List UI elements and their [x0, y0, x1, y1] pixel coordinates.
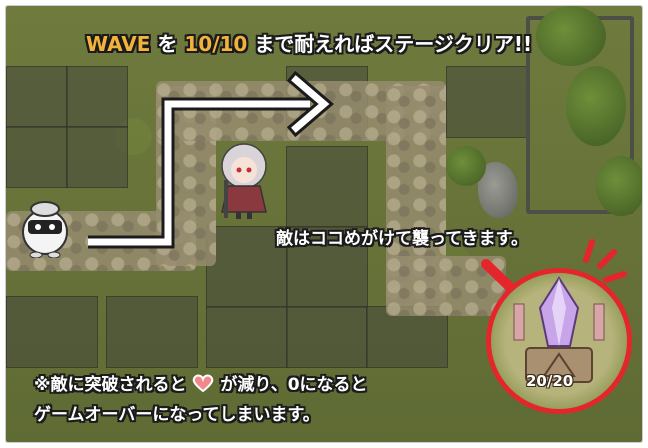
wave-suffix: まで耐えればステージクリア!! [254, 32, 533, 56]
wave-particle: を [157, 32, 178, 56]
wave-label: WAVE [86, 32, 151, 56]
bottom-note-line2: ゲームオーバーになってしまいます。 [34, 405, 320, 425]
hero-girl-unit[interactable] [212, 140, 276, 220]
wave-count: 10/10 [184, 32, 248, 56]
base-core-highlight[interactable] [486, 268, 632, 414]
note-line1-post: が減り、0になると [220, 375, 368, 395]
crystal-core-icon [513, 276, 605, 383]
tutorial-scene: WAVE を 10/10 まで耐えればステージクリア!! 敵はココめがけて襲って… [0, 0, 648, 448]
enemy-ghost-unit[interactable] [18, 198, 72, 258]
bottom-note-line1: ※敵に突破されると が減り、0になると [34, 370, 368, 395]
wave-banner: WAVE を 10/10 まで耐えればステージクリア!! [86, 28, 532, 57]
note-line1-pre: ※敵に突破されると [34, 375, 187, 395]
crystal-life-counter: 20/20 [526, 372, 574, 390]
heart-life-icon [193, 374, 214, 393]
